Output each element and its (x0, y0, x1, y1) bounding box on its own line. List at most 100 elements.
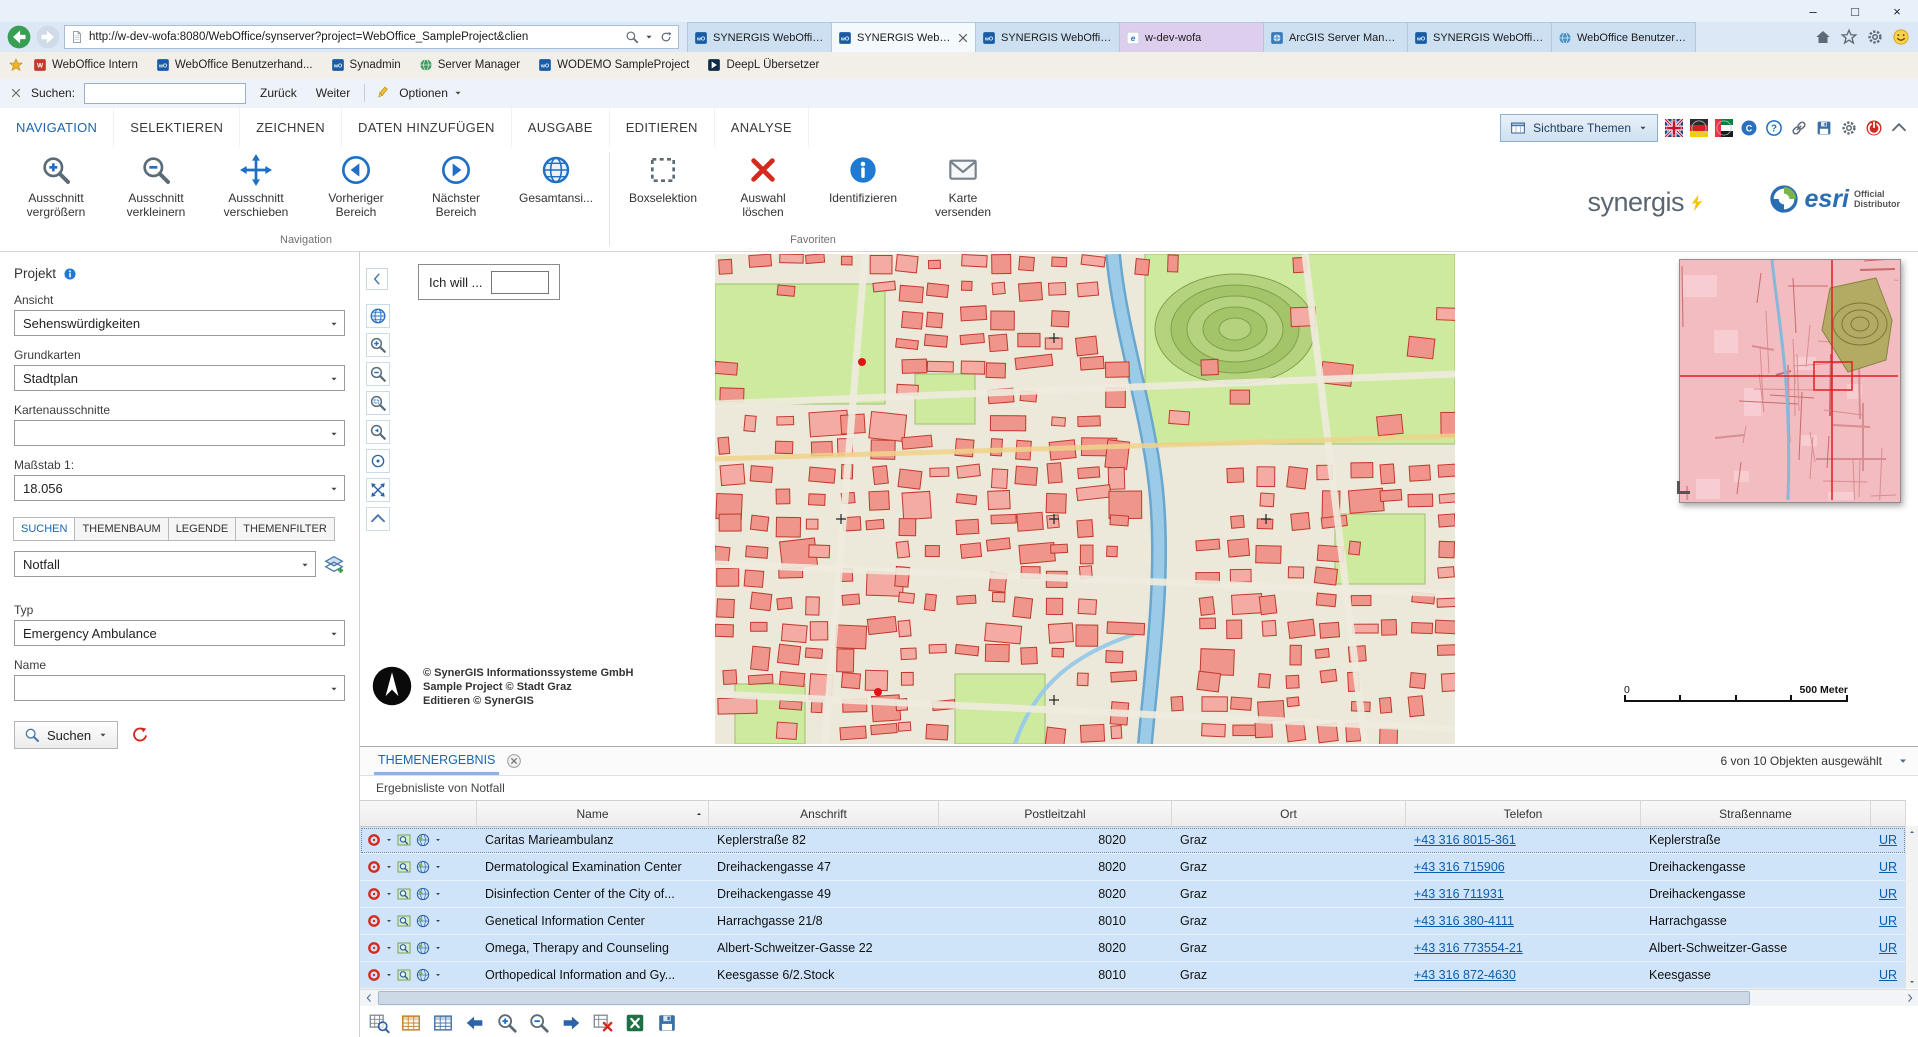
search-button[interactable]: Suchen (14, 721, 118, 749)
ansicht-select[interactable]: Sehenswürdigkeiten (14, 310, 345, 336)
result-table-icon[interactable] (432, 1012, 454, 1034)
url-text[interactable]: http://w-dev-wofa:8080/WebOffice/synserv… (89, 31, 620, 43)
ribbon-button[interactable]: Ausschnitt verkleinern (106, 147, 206, 234)
zoom-to-row-icon[interactable] (396, 859, 412, 875)
favorite-item[interactable]: WebOffice Benutzerhand... (147, 52, 322, 78)
chevron-down-icon[interactable] (385, 971, 393, 979)
remove-selection-icon[interactable] (592, 1012, 614, 1034)
locate-icon[interactable] (366, 886, 382, 902)
maximize-button[interactable]: □ (1834, 0, 1876, 22)
refresh-icon[interactable] (659, 30, 673, 44)
table-row[interactable]: Caritas Marieambulanz Keplerstraße 82 80… (360, 827, 1906, 854)
row-globe-icon[interactable] (415, 859, 431, 875)
next-page-icon[interactable] (560, 1012, 582, 1034)
pan-cross-icon[interactable] (366, 478, 390, 502)
ribbon-button[interactable]: Nächster Bereich (406, 147, 506, 234)
browser-tab[interactable]: w-dev-wofa (1119, 22, 1264, 52)
zoom-to-row-icon[interactable] (396, 967, 412, 983)
settings-browser-icon[interactable] (1866, 28, 1884, 46)
scroll-right-button[interactable] (1901, 990, 1918, 1007)
zoom-to-row-icon[interactable] (396, 913, 412, 929)
vertical-scrollbar[interactable] (1905, 826, 1918, 988)
zoom-to-row-icon[interactable] (396, 886, 412, 902)
chevron-down-icon[interactable] (385, 890, 393, 898)
browser-tab[interactable]: WebOffice Benutzerhan... (1551, 22, 1696, 52)
tab-themenergebnis[interactable]: THEMENERGEBNIS (374, 747, 499, 775)
close-tab-icon[interactable] (957, 32, 969, 44)
sort-asc-icon[interactable] (695, 810, 703, 818)
zoom-previous-icon[interactable] (366, 420, 390, 444)
address-bar[interactable]: http://w-dev-wofa:8080/WebOffice/synserv… (64, 25, 679, 49)
collapse-ribbon-icon[interactable] (1890, 119, 1908, 137)
chevron-down-icon[interactable] (385, 944, 393, 952)
previous-page-icon[interactable] (464, 1012, 486, 1034)
locate-icon[interactable] (366, 832, 382, 848)
favorite-item[interactable]: Synadmin (322, 52, 410, 78)
help-icon[interactable] (1765, 119, 1783, 137)
ribbon-button[interactable]: Karte versenden (913, 147, 1013, 234)
cell-telefon-link[interactable]: +43 316 711931 (1406, 881, 1641, 907)
row-globe-icon[interactable] (415, 886, 431, 902)
cell-telefon-link[interactable]: +43 316 380-4111 (1406, 908, 1641, 934)
header-telefon[interactable]: Telefon (1406, 801, 1641, 826)
favorite-item[interactable]: WODEMO SampleProject (529, 52, 698, 78)
zoom-window-icon[interactable] (366, 391, 390, 415)
logout-icon[interactable] (1865, 119, 1883, 137)
tab-suchen[interactable]: SUCHEN (13, 517, 75, 541)
header-extra[interactable] (1871, 801, 1906, 826)
tab-daten-hinzufuegen[interactable]: DATEN HINZUFÜGEN (342, 108, 512, 147)
ribbon-button[interactable]: Gesamtansi... (506, 147, 606, 234)
minimize-button[interactable]: – (1792, 0, 1834, 22)
close-find-icon[interactable] (10, 87, 22, 99)
settings-icon[interactable] (1840, 119, 1858, 137)
favorite-item[interactable]: Server Manager (410, 52, 529, 78)
find-back-button[interactable]: Zurück (255, 84, 302, 102)
header-ort[interactable]: Ort (1172, 801, 1406, 826)
ribbon-button[interactable]: Identifizieren (813, 147, 913, 234)
locate-icon[interactable] (366, 967, 382, 983)
visible-themes-button[interactable]: Sichtbare Themen (1500, 114, 1658, 142)
find-input[interactable] (84, 83, 246, 104)
cell-url-link[interactable]: UR (1871, 935, 1906, 961)
browser-tab[interactable]: SYNERGIS WebOffice Ad... (975, 22, 1120, 52)
overview-resize-handle[interactable] (1677, 481, 1690, 494)
save-results-icon[interactable] (656, 1012, 678, 1034)
scroll-down-icon[interactable] (1908, 978, 1916, 986)
horizontal-scrollbar[interactable] (360, 989, 1918, 1006)
row-globe-icon[interactable] (415, 940, 431, 956)
browser-tab[interactable]: SYNERGIS WebOffice W... (1407, 22, 1552, 52)
map-viewport[interactable]: Ich will ... © SynerGIS Informationssyst… (360, 252, 1918, 746)
chevron-down-icon[interactable] (434, 944, 442, 952)
cell-telefon-link[interactable]: +43 316 715906 (1406, 854, 1641, 880)
overview-map[interactable] (1679, 259, 1901, 503)
ribbon-button[interactable]: Boxselektion (613, 147, 713, 234)
table-row[interactable]: Omega, Therapy and Counseling Albert-Sch… (360, 935, 1906, 962)
cell-url-link[interactable]: UR (1871, 854, 1906, 880)
cell-telefon-link[interactable]: +43 316 773554-21 (1406, 935, 1641, 961)
favorite-item[interactable]: DeepL Übersetzer (698, 52, 828, 78)
project-info-icon[interactable] (63, 267, 77, 281)
favorite-item[interactable]: WebOffice Intern (24, 52, 147, 78)
zoom-to-row-icon[interactable] (396, 832, 412, 848)
browser-tab[interactable]: SYNERGIS WebOffice Ad... (687, 22, 832, 52)
favorites-star-icon[interactable] (1840, 28, 1858, 46)
tab-navigation[interactable]: NAVIGATION (0, 108, 114, 147)
excel-export-icon[interactable] (624, 1012, 646, 1034)
ribbon-button[interactable]: Ausschnitt verschieben (206, 147, 306, 234)
link-icon[interactable] (1790, 119, 1808, 137)
name-select[interactable] (14, 675, 345, 701)
chevron-down-icon[interactable] (385, 917, 393, 925)
collapse-panel-icon[interactable] (1897, 755, 1909, 767)
zoom-out-icon[interactable] (366, 362, 390, 386)
i-will-input[interactable] (491, 271, 549, 294)
chevron-down-icon[interactable] (385, 836, 393, 844)
kartenausschnitte-select[interactable] (14, 420, 345, 446)
chevron-down-icon[interactable] (434, 917, 442, 925)
center-map-icon[interactable] (366, 449, 390, 473)
cell-url-link[interactable]: UR (1871, 881, 1906, 907)
scroll-left-button[interactable] (360, 990, 377, 1007)
forward-nav-icon[interactable] (35, 24, 61, 50)
i-will-widget[interactable]: Ich will ... (418, 264, 560, 300)
german-flag-icon[interactable] (1690, 119, 1708, 137)
attribute-table-icon[interactable] (400, 1012, 422, 1034)
